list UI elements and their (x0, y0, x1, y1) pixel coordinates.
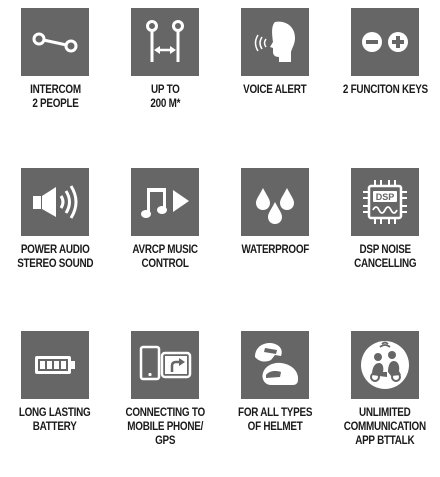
feature-waterproof: WATERPROOF (220, 168, 330, 257)
phone-gps-icon (131, 331, 199, 399)
range-distance-icon (131, 8, 199, 76)
feature-label: 2 FUNCITON KEYS (342, 84, 428, 96)
feature-label: UNLIMITED COMMUNICATION APP BTTALK (343, 407, 427, 447)
feature-label: UP TO 200 M* (150, 84, 180, 110)
feature-helmets: FOR ALL TYPES OF HELMET (220, 331, 330, 434)
feature-label: FOR ALL TYPES OF HELMET (237, 407, 313, 433)
feature-label: DSP NOISE CANCELLING (353, 244, 417, 270)
feature-function-keys: 2 FUNCITON KEYS (330, 8, 440, 97)
helmets-icon (241, 331, 309, 399)
riders-app-icon (351, 331, 419, 399)
speaker-sound-icon (21, 168, 89, 236)
feature-label: VOICE ALERT (243, 84, 307, 96)
dsp-chip-icon: DSP (351, 168, 419, 236)
feature-avrcp-music: AVRCP MUSIC CONTROL (110, 168, 220, 271)
voice-alert-icon (241, 8, 309, 76)
feature-phone-gps: CONNECTING TO MOBILE PHONE/ GPS (110, 331, 220, 448)
feature-intercom: INTERCOM 2 PEOPLE (0, 8, 110, 111)
music-play-icon (131, 168, 199, 236)
feature-label: WATERPROOF (241, 244, 309, 256)
feature-battery: LONG LASTING BATTERY (0, 331, 110, 434)
feature-voice-alert: VOICE ALERT (220, 8, 330, 97)
feature-power-audio: POWER AUDIO STEREO SOUND (0, 168, 110, 271)
minus-plus-keys-icon (351, 8, 419, 76)
battery-icon (21, 331, 89, 399)
feature-bttalk-app: UNLIMITED COMMUNICATION APP BTTALK (330, 331, 440, 448)
feature-label: CONNECTING TO MOBILE PHONE/ GPS (125, 407, 205, 447)
feature-label: LONG LASTING BATTERY (19, 407, 91, 433)
feature-label: POWER AUDIO STEREO SOUND (16, 244, 94, 270)
feature-label: INTERCOM 2 PEOPLE (29, 84, 81, 110)
svg-text:DSP: DSP (376, 192, 395, 202)
water-drops-icon (241, 168, 309, 236)
intercom-link-icon (21, 8, 89, 76)
feature-dsp: DSP DSP NOISE CANCELLING (330, 168, 440, 271)
feature-range: UP TO 200 M* (110, 8, 220, 111)
feature-label: AVRCP MUSIC CONTROL (132, 244, 198, 270)
